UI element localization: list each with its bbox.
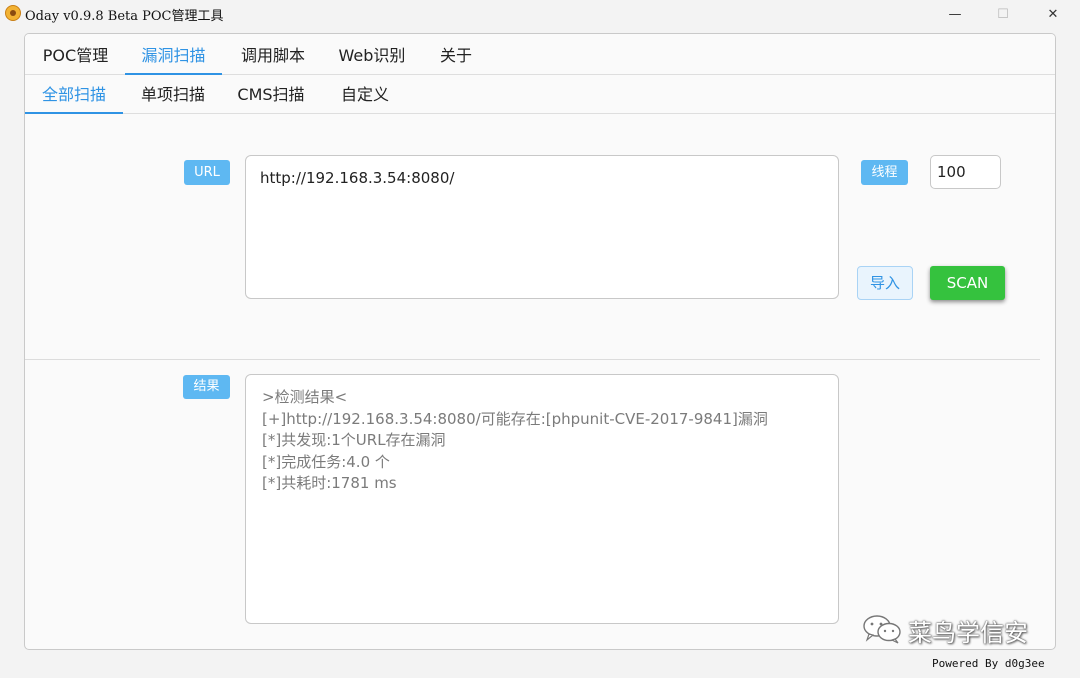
- minimize-button[interactable]: —: [932, 0, 978, 28]
- maximize-button[interactable]: ☐: [980, 0, 1026, 28]
- watermark-text: 菜鸟学信安: [908, 619, 1028, 647]
- url-label: URL: [184, 160, 230, 185]
- section-divider: [25, 359, 1040, 360]
- watermark: 菜鸟学信安: [862, 610, 1052, 647]
- url-input[interactable]: http://192.168.3.54:8080/: [246, 156, 838, 298]
- tab-web-identify[interactable]: Web识别: [329, 34, 415, 74]
- top-tab-bar: POC管理 漏洞扫描 调用脚本 Web识别 关于: [25, 34, 1055, 75]
- thread-count-input[interactable]: [930, 155, 1001, 189]
- thread-label: 线程: [861, 160, 908, 185]
- result-line: [*]完成任务:4.0 个: [262, 452, 390, 471]
- subtab-cms-scan[interactable]: CMS扫描: [229, 75, 313, 113]
- result-output-box[interactable]: >检测结果< [+]http://192.168.3.54:8080/可能存在:…: [245, 374, 839, 624]
- subtab-single-scan[interactable]: 单项扫描: [131, 75, 215, 113]
- tab-poc-manage[interactable]: POC管理: [32, 34, 119, 74]
- result-line: [*]共耗时:1781 ms: [262, 474, 397, 492]
- wechat-icon: [863, 615, 901, 644]
- app-logo-icon: [5, 5, 21, 21]
- window-title: Oday v0.9.8 Beta POC管理工具: [25, 9, 224, 24]
- main-panel: POC管理 漏洞扫描 调用脚本 Web识别 关于 全部扫描 单项扫描 CMS扫描…: [24, 33, 1056, 650]
- tab-call-script[interactable]: 调用脚本: [230, 34, 316, 74]
- import-button[interactable]: 导入: [857, 266, 913, 300]
- url-input-box[interactable]: http://192.168.3.54:8080/: [245, 155, 839, 299]
- result-line: [*]共发现:1个URL存在漏洞: [262, 431, 446, 449]
- result-line: >检测结果<: [262, 388, 348, 406]
- tab-vuln-scan[interactable]: 漏洞扫描: [125, 34, 222, 75]
- subtab-custom[interactable]: 自定义: [331, 75, 399, 113]
- powered-by-footer: Powered By d0g3ee: [932, 657, 1045, 670]
- close-button[interactable]: ✕: [1030, 0, 1076, 28]
- tab-about[interactable]: 关于: [429, 34, 483, 74]
- result-label: 结果: [183, 375, 230, 399]
- subtab-full-scan[interactable]: 全部扫描: [25, 75, 123, 114]
- result-line: [+]http://192.168.3.54:8080/可能存在:[phpuni…: [262, 409, 768, 428]
- sub-tab-bar: 全部扫描 单项扫描 CMS扫描 自定义: [25, 75, 1055, 114]
- title-bar: Oday v0.9.8 Beta POC管理工具 — ☐ ✕: [0, 0, 1080, 28]
- scan-button[interactable]: SCAN: [930, 266, 1005, 300]
